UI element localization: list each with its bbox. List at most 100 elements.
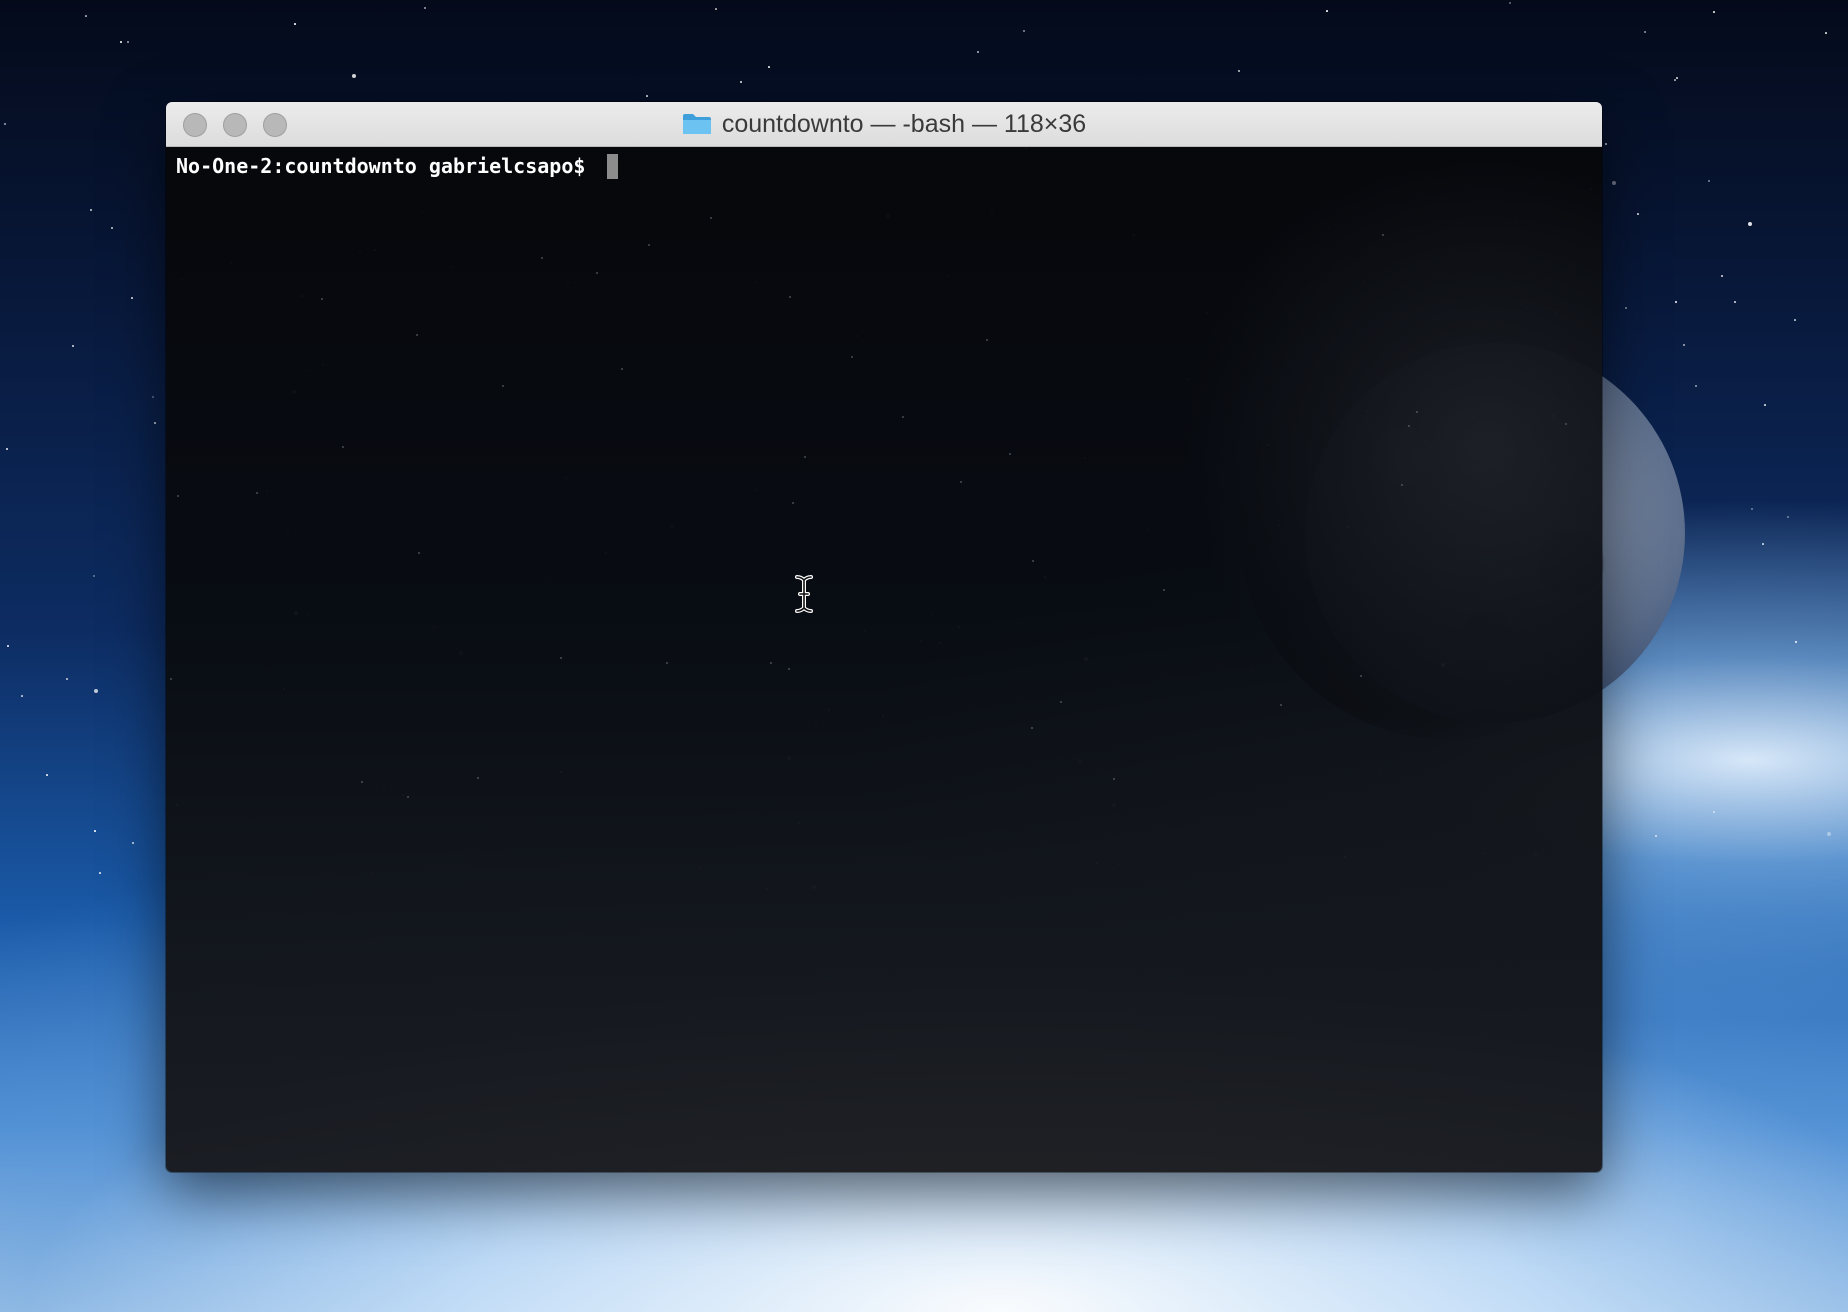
terminal-background-star	[1163, 589, 1165, 591]
shell-prompt: No-One-2:countdownto gabrielcsapo$	[176, 154, 598, 178]
window-titlebar[interactable]: countdownto — -bash — 118×36	[166, 102, 1602, 147]
wallpaper-star	[424, 7, 426, 9]
wallpaper-star	[1509, 2, 1511, 4]
terminal-background-star	[1360, 675, 1362, 677]
wallpaper-star	[4, 123, 6, 125]
terminal-background-star	[1009, 453, 1011, 455]
wallpaper-star	[6, 448, 8, 450]
wallpaper-star	[7, 645, 9, 647]
wallpaper-star	[131, 297, 133, 299]
terminal-background-star	[321, 298, 323, 300]
wallpaper-star	[94, 689, 98, 693]
wallpaper-star	[1827, 832, 1831, 836]
terminal-background-star	[1032, 560, 1034, 562]
wallpaper-star	[111, 227, 113, 229]
wallpaper-star	[1825, 32, 1827, 34]
terminal-background-star	[770, 662, 772, 664]
terminal-background-star	[1565, 423, 1567, 425]
wallpaper-star	[46, 774, 48, 776]
terminal-background-star	[1408, 425, 1410, 427]
wallpaper-star	[1238, 70, 1240, 72]
terminal-background-star	[788, 668, 790, 670]
terminal-background-star	[256, 492, 258, 494]
wallpaper-star	[152, 396, 154, 398]
wallpaper-star	[1734, 301, 1736, 303]
wallpaper-star	[66, 678, 68, 680]
wallpaper-star	[90, 209, 92, 211]
terminal-background-star	[792, 502, 794, 504]
wallpaper-star	[1625, 307, 1627, 309]
terminal-background-star	[648, 244, 650, 246]
wallpaper-star	[1675, 301, 1677, 303]
wallpaper-star	[768, 66, 770, 68]
window-title-text: countdownto — -bash — 118×36	[721, 109, 1087, 138]
wallpaper-star	[294, 23, 296, 25]
wallpaper-star	[132, 842, 134, 844]
terminal-background-star	[1382, 234, 1384, 236]
wallpaper-star	[1794, 319, 1796, 321]
wallpaper-star	[1676, 77, 1678, 79]
terminal-background-star	[407, 796, 409, 798]
wallpaper-star	[1762, 543, 1764, 545]
wallpaper-star	[93, 575, 95, 577]
wallpaper-star	[1751, 508, 1753, 510]
wallpaper-star	[154, 422, 156, 424]
terminal-background-star	[541, 257, 543, 259]
wallpaper-star	[352, 74, 356, 78]
wallpaper-star	[1713, 811, 1715, 813]
terminal-background-star	[342, 446, 344, 448]
wallpaper-star	[85, 15, 87, 17]
terminal-background-star	[416, 334, 418, 336]
terminal-background-star	[902, 416, 904, 418]
wallpaper-star	[1674, 79, 1676, 81]
wallpaper-star	[1683, 344, 1685, 346]
wallpaper-star	[1795, 641, 1797, 643]
terminal-background-star	[986, 339, 988, 341]
terminal-background-star	[361, 781, 363, 783]
wallpaper-star	[94, 830, 96, 832]
wallpaper-star	[1326, 10, 1328, 12]
terminal-background-star	[1416, 411, 1418, 413]
wallpaper-star	[1764, 404, 1766, 406]
text-cursor	[607, 153, 619, 179]
terminal-background-star	[418, 552, 420, 554]
wallpaper-star	[1644, 31, 1646, 33]
wallpaper-star	[1721, 275, 1723, 277]
terminal-background-star	[804, 456, 806, 458]
wallpaper-star	[1787, 516, 1789, 518]
wallpaper-star	[646, 95, 648, 97]
terminal-window[interactable]: countdownto — -bash — 118×36 No-One-2:co…	[166, 102, 1602, 1172]
wallpaper-star	[1612, 181, 1616, 185]
wallpaper-star	[72, 345, 74, 347]
wallpaper-star	[1713, 11, 1715, 13]
terminal-background-star	[560, 657, 562, 659]
terminal-background-star	[960, 481, 962, 483]
terminal-content-area[interactable]: No-One-2:countdownto gabrielcsapo$	[166, 147, 1602, 1172]
ibeam-cursor-icon	[795, 575, 813, 613]
wallpaper-star	[120, 41, 122, 43]
wallpaper-star	[1605, 143, 1607, 145]
terminal-background-star	[1060, 701, 1062, 703]
terminal-background-star	[502, 385, 504, 387]
terminal-prompt-line: No-One-2:countdownto gabrielcsapo$	[176, 151, 619, 181]
wallpaper-star	[1023, 30, 1025, 32]
terminal-background-star	[621, 368, 623, 370]
terminal-background-star	[851, 356, 853, 358]
terminal-background-star	[170, 678, 172, 680]
wallpaper-star	[1708, 180, 1710, 182]
folder-icon	[682, 113, 712, 135]
wallpaper-star	[977, 51, 979, 53]
terminal-background-star	[596, 272, 598, 274]
wallpaper-star	[1655, 835, 1657, 837]
terminal-background-star	[477, 777, 479, 779]
terminal-background-star	[1113, 778, 1115, 780]
terminal-background-star	[177, 495, 179, 497]
wallpaper-star	[99, 872, 101, 874]
terminal-background-star	[710, 217, 712, 219]
terminal-background-star	[1031, 727, 1033, 729]
window-title: countdownto — -bash — 118×36	[166, 102, 1602, 146]
wallpaper-star	[127, 41, 129, 43]
wallpaper-star	[715, 8, 717, 10]
wallpaper-star	[21, 695, 23, 697]
terminal-background-star	[789, 296, 791, 298]
